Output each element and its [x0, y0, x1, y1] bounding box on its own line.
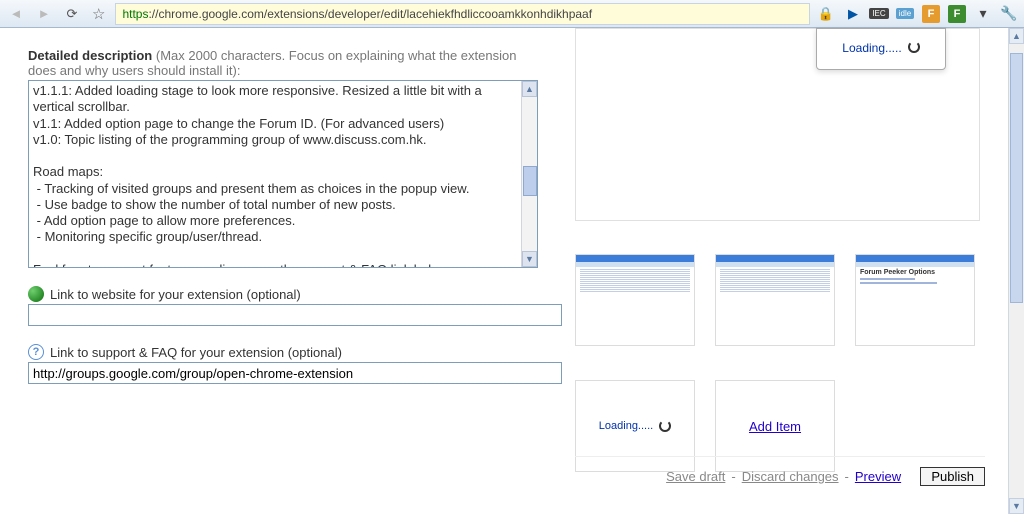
- add-item-link[interactable]: Add Item: [749, 419, 801, 434]
- scroll-down-icon[interactable]: ▼: [522, 251, 537, 267]
- description-textarea-wrapper: ▲ ▼: [28, 80, 538, 268]
- website-link-input[interactable]: [28, 304, 562, 326]
- forum-extension-green-icon[interactable]: F: [947, 4, 967, 24]
- scroll-thumb[interactable]: [1010, 53, 1023, 303]
- scroll-thumb[interactable]: [523, 166, 537, 196]
- faq-link-row: ? Link to support & FAQ for your extensi…: [28, 344, 548, 360]
- left-column: Detailed description (Max 2000 character…: [28, 48, 548, 384]
- forum-extension-orange-icon[interactable]: F: [921, 4, 941, 24]
- globe-icon: [28, 286, 44, 302]
- save-draft-link[interactable]: Save draft: [666, 469, 725, 484]
- page-menu-icon[interactable]: ▾: [973, 4, 993, 24]
- website-link-label: Link to website for your extension (opti…: [50, 287, 301, 302]
- screenshot-thumbnail-1[interactable]: [575, 254, 695, 346]
- help-icon: ?: [28, 344, 44, 360]
- preview-link[interactable]: Preview: [855, 469, 901, 484]
- url-bar[interactable]: https://chrome.google.com/extensions/dev…: [115, 3, 809, 25]
- lock-icon: 🔒: [818, 6, 834, 22]
- extension-popup-loading: Loading.....: [816, 28, 946, 70]
- page-content: Detailed description (Max 2000 character…: [0, 28, 1008, 514]
- right-column: Loading.....: [575, 28, 995, 472]
- url-path: ://chrome.google.com/extensions/develope…: [148, 7, 592, 21]
- scroll-down-icon[interactable]: ▼: [1009, 498, 1024, 514]
- spinner-icon: [659, 420, 671, 432]
- faq-link-label: Link to support & FAQ for your extension…: [50, 345, 342, 360]
- scroll-up-icon[interactable]: ▲: [522, 81, 537, 97]
- url-protocol: https: [122, 7, 148, 21]
- action-bar: Save draft - Discard changes - Preview P…: [575, 456, 985, 486]
- bookmark-star-icon[interactable]: ☆: [92, 5, 105, 23]
- play-icon[interactable]: ▶: [843, 4, 863, 24]
- forward-button[interactable]: ►: [32, 3, 56, 25]
- website-link-row: Link to website for your extension (opti…: [28, 286, 548, 302]
- discard-changes-link[interactable]: Discard changes: [742, 469, 839, 484]
- textarea-scrollbar[interactable]: ▲ ▼: [521, 81, 537, 267]
- screenshot-row-1: Forum Peeker Options: [575, 254, 995, 346]
- iec-extension-icon[interactable]: IEC: [869, 4, 889, 24]
- idle-extension-icon[interactable]: idle: [895, 4, 915, 24]
- faq-link-input[interactable]: [28, 362, 562, 384]
- spinner-icon: [908, 41, 920, 53]
- back-button[interactable]: ◄: [4, 3, 28, 25]
- publish-button[interactable]: Publish: [920, 467, 985, 486]
- screenshot-thumbnail-2[interactable]: [715, 254, 835, 346]
- description-textarea[interactable]: [29, 81, 523, 267]
- detailed-description-label: Detailed description (Max 2000 character…: [28, 48, 548, 78]
- page-scrollbar[interactable]: ▲ ▼: [1008, 28, 1024, 514]
- scroll-up-icon[interactable]: ▲: [1009, 28, 1024, 44]
- popup-loading-text: Loading.....: [842, 41, 901, 55]
- screenshot-thumbnail-3[interactable]: Forum Peeker Options: [855, 254, 975, 346]
- browser-toolbar: ◄ ► ⟳ ☆ https://chrome.google.com/extens…: [0, 0, 1024, 28]
- wrench-icon[interactable]: 🔧: [999, 4, 1019, 24]
- reload-button[interactable]: ⟳: [60, 3, 84, 25]
